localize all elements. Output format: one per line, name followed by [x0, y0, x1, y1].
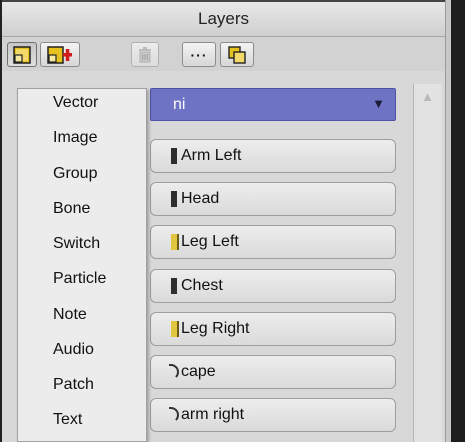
layer-label: Leg Left [181, 233, 239, 250]
menu-item-image[interactable]: Image [18, 125, 146, 155]
selected-layer-label: ni [173, 96, 186, 113]
menu-item-text[interactable]: Text [18, 407, 146, 437]
menu-item-label: Text [53, 411, 83, 428]
layer-label: Head [181, 190, 220, 207]
curve-icon [169, 407, 179, 423]
layer-row-arm-left[interactable]: Arm Left [150, 139, 396, 173]
layer-row-cape[interactable]: cape [150, 355, 396, 389]
duplicate-layer-button[interactable] [220, 42, 254, 67]
layer-label: cape [181, 363, 216, 380]
menu-item-label: Bone [53, 200, 91, 217]
scroll-up-arrow-icon[interactable]: ▲ [414, 84, 441, 108]
menu-item-switch[interactable]: Switch [18, 231, 146, 261]
menu-item-particle[interactable]: Particle [18, 266, 146, 296]
menu-item-label: Note [53, 306, 87, 323]
menu-item-label: Image [53, 129, 98, 146]
layer-label: Chest [181, 277, 223, 294]
layer-row-chest[interactable]: Chest [150, 269, 396, 303]
add-layer-button[interactable] [40, 42, 80, 67]
menu-item-label: Patch [53, 376, 94, 393]
ellipsis-icon: ··· [190, 46, 208, 63]
layer-row-leg-right[interactable]: Leg Right [150, 312, 396, 346]
menu-item-audio[interactable]: Audio [18, 337, 146, 367]
duplicate-icon [228, 45, 246, 64]
curve-icon [169, 364, 179, 380]
layers-toolbar: ··· [2, 37, 445, 71]
new-layer-button[interactable] [7, 42, 37, 67]
new-layer-icon [13, 45, 31, 64]
panel-title: Layers [197, 9, 250, 28]
menu-item-label: Audio [53, 341, 94, 358]
add-layer-icon [47, 45, 72, 64]
menu-item-label: Group [53, 165, 98, 182]
new-layer-type-menu: Vector Image Group Bone Switch Particle … [17, 88, 147, 442]
layer-row-head[interactable]: Head [150, 182, 396, 216]
menu-item-label: Vector [53, 94, 99, 111]
menu-item-vector[interactable]: Vector [18, 90, 146, 120]
layers-scrollbar[interactable] [413, 84, 442, 442]
menu-item-patch[interactable]: Patch [18, 372, 146, 402]
layer-row-arm-right[interactable]: arm right [150, 398, 396, 432]
bone-icon [171, 191, 177, 207]
triangle-down-icon[interactable]: ▼ [372, 96, 385, 111]
menu-item-bone[interactable]: Bone [18, 196, 146, 226]
yellow-layer-icon [171, 321, 179, 337]
bone-icon [171, 278, 177, 294]
selected-layer-row[interactable]: ni ▼ [150, 88, 396, 121]
yellow-layer-icon [171, 234, 179, 250]
more-options-button[interactable]: ··· [182, 42, 216, 67]
trash-icon [139, 46, 151, 62]
menu-item-note[interactable]: Note [18, 302, 146, 332]
layer-row-leg-left[interactable]: Leg Left [150, 225, 396, 259]
menu-item-label: Particle [53, 270, 107, 287]
menu-item-label: Switch [53, 235, 101, 252]
menu-item-group[interactable]: Group [18, 161, 146, 191]
bone-icon [171, 148, 177, 164]
delete-layer-button[interactable] [131, 42, 159, 67]
layer-label: Leg Right [181, 320, 250, 337]
layer-label: Arm Left [181, 147, 242, 164]
window-right-border [451, 0, 465, 442]
panel-titlebar: Layers [2, 2, 445, 37]
layer-label: arm right [181, 406, 245, 423]
